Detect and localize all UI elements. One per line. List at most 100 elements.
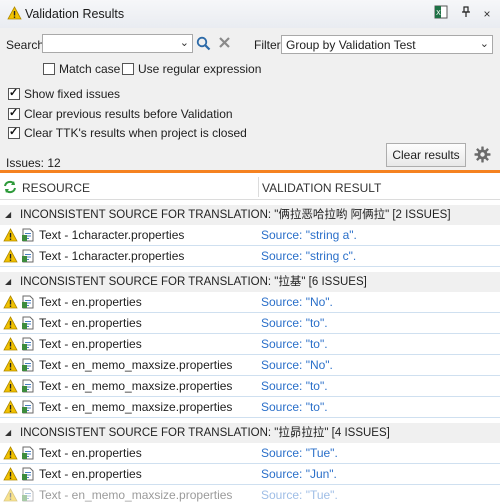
result-row[interactable]: Text - en_memo_maxsize.properties Source:… [0,355,500,376]
title-bar: Validation Results X × [0,0,500,29]
text-file-icon [21,379,35,396]
refresh-icon[interactable] [3,180,17,197]
svg-text:X: X [436,9,441,17]
warning-icon [3,249,18,266]
clear-results-button[interactable]: Clear results [386,143,466,167]
resource-name: Text - en.properties [39,337,142,351]
resource-name: Text - en_memo_maxsize.properties [39,379,233,393]
validation-result-link[interactable]: Source: "string c". [261,249,356,263]
validation-result-link[interactable]: Source: "Jun". [261,467,337,481]
filter-selected-value: Group by Validation Test [286,38,416,52]
result-row[interactable]: Text - 1character.properties Source: "str… [0,246,500,267]
issues-count: Issues: 12 [6,156,61,170]
resource-name: Text - en_memo_maxsize.properties [39,358,233,372]
filter-select[interactable]: Group by Validation Test ⌄ [281,35,493,54]
text-file-icon [21,249,35,266]
show-fixed-checkbox[interactable] [8,86,20,100]
clear-previous-option[interactable]: Clear previous results before Validation [8,106,233,121]
resource-name: Text - 1character.properties [39,249,185,263]
chevron-down-icon[interactable]: ⌄ [480,37,489,50]
validation-result-link[interactable]: Source: "Tue". [261,446,338,460]
warning-icon [3,379,18,396]
resource-name: Text - en.properties [39,446,142,460]
text-file-icon [21,337,35,354]
result-row[interactable]: Text - en.properties Source: "Jun". [0,464,500,485]
chevron-down-icon[interactable]: ⌄ [180,36,189,49]
result-row[interactable]: Text - en.properties Source: "Tue". [0,443,500,464]
group-title: INCONSISTENT SOURCE FOR TRANSLATION: "拉基… [20,276,367,288]
export-excel-icon[interactable]: X [432,5,450,23]
result-row[interactable]: Text - en_memo_maxsize.properties Source:… [0,485,500,504]
window-title: Validation Results [25,7,125,21]
validation-result-link[interactable]: Source: "to". [261,379,328,393]
collapse-triangle-icon[interactable]: ◢ [5,272,11,292]
results-list: ◢ INCONSISTENT SOURCE FOR TRANSLATION: "俩… [0,200,500,504]
resource-name: Text - en.properties [39,467,142,481]
regex-option[interactable]: Use regular expression [122,62,261,76]
result-row[interactable]: Text - en.properties Source: "No". [0,292,500,313]
close-icon[interactable]: × [478,5,496,23]
clear-ttk-option[interactable]: Clear TTK's results when project is clos… [8,125,247,140]
pin-icon[interactable] [457,5,475,23]
resource-name: Text - en.properties [39,295,142,309]
resource-name: Text - 1character.properties [39,228,185,242]
result-row[interactable]: Text - en_memo_maxsize.properties Source:… [0,397,500,418]
warning-icon [3,446,18,463]
group-header[interactable]: ◢ INCONSISTENT SOURCE FOR TRANSLATION: "拉… [0,272,500,292]
warning-icon [3,467,18,484]
match-case-option[interactable]: Match case [43,62,120,76]
results-column-header: RESOURCE VALIDATION RESULT [0,175,500,200]
resource-name: Text - en_memo_maxsize.properties [39,400,233,414]
result-row[interactable]: Text - en.properties Source: "to". [0,313,500,334]
result-row[interactable]: Text - 1character.properties Source: "str… [0,225,500,246]
column-resource[interactable]: RESOURCE [22,181,90,195]
text-file-icon [21,295,35,312]
validation-result-link[interactable]: Source: "to". [261,400,328,414]
text-file-icon [21,488,35,504]
text-file-icon [21,316,35,333]
validation-result-link[interactable]: Source: "Tue". [261,488,338,502]
validation-result-link[interactable]: Source: "to". [261,337,328,351]
text-file-icon [21,358,35,375]
validation-result-link[interactable]: Source: "No". [261,295,333,309]
search-combobox[interactable]: ⌄ [42,34,193,53]
group-title: INCONSISTENT SOURCE FOR TRANSLATION: "俩拉… [20,209,451,221]
search-input[interactable] [43,35,179,52]
validation-result-link[interactable]: Source: "No". [261,358,333,372]
text-file-icon [21,446,35,463]
group-title: INCONSISTENT SOURCE FOR TRANSLATION: "拉昴… [20,427,390,439]
clear-search-icon[interactable] [218,36,231,52]
warning-icon [7,6,22,23]
clear-ttk-label: Clear TTK's results when project is clos… [24,126,247,140]
controls-panel: Search ⌄ Filter Group by Validation Test… [0,28,500,170]
search-icon[interactable] [196,36,211,54]
validation-result-link[interactable]: Source: "to". [261,316,328,330]
gear-icon[interactable] [474,146,491,166]
result-row[interactable]: Text - en.properties Source: "to". [0,334,500,355]
column-divider[interactable] [258,177,259,197]
warning-icon [3,358,18,375]
match-case-label: Match case [59,62,121,76]
group-header[interactable]: ◢ INCONSISTENT SOURCE FOR TRANSLATION: "拉… [0,423,500,443]
text-file-icon [21,467,35,484]
collapse-triangle-icon[interactable]: ◢ [5,423,11,443]
resource-name: Text - en.properties [39,316,142,330]
result-row[interactable]: Text - en_memo_maxsize.properties Source:… [0,376,500,397]
show-fixed-option[interactable]: Show fixed issues [8,86,120,101]
validation-result-link[interactable]: Source: "string a". [261,228,357,242]
warning-icon [3,400,18,417]
text-file-icon [21,228,35,245]
match-case-checkbox[interactable] [43,63,55,75]
warning-icon [3,488,18,504]
accent-divider [0,170,500,173]
clear-previous-label: Clear previous results before Validation [24,107,233,121]
warning-icon [3,228,18,245]
column-validation-result[interactable]: VALIDATION RESULT [262,181,381,195]
regex-checkbox[interactable] [122,63,134,75]
clear-previous-checkbox[interactable] [8,106,20,120]
clear-ttk-checkbox[interactable] [8,125,20,139]
collapse-triangle-icon[interactable]: ◢ [5,205,11,225]
search-label: Search [6,38,45,52]
group-header[interactable]: ◢ INCONSISTENT SOURCE FOR TRANSLATION: "俩… [0,205,500,225]
warning-icon [3,316,18,333]
